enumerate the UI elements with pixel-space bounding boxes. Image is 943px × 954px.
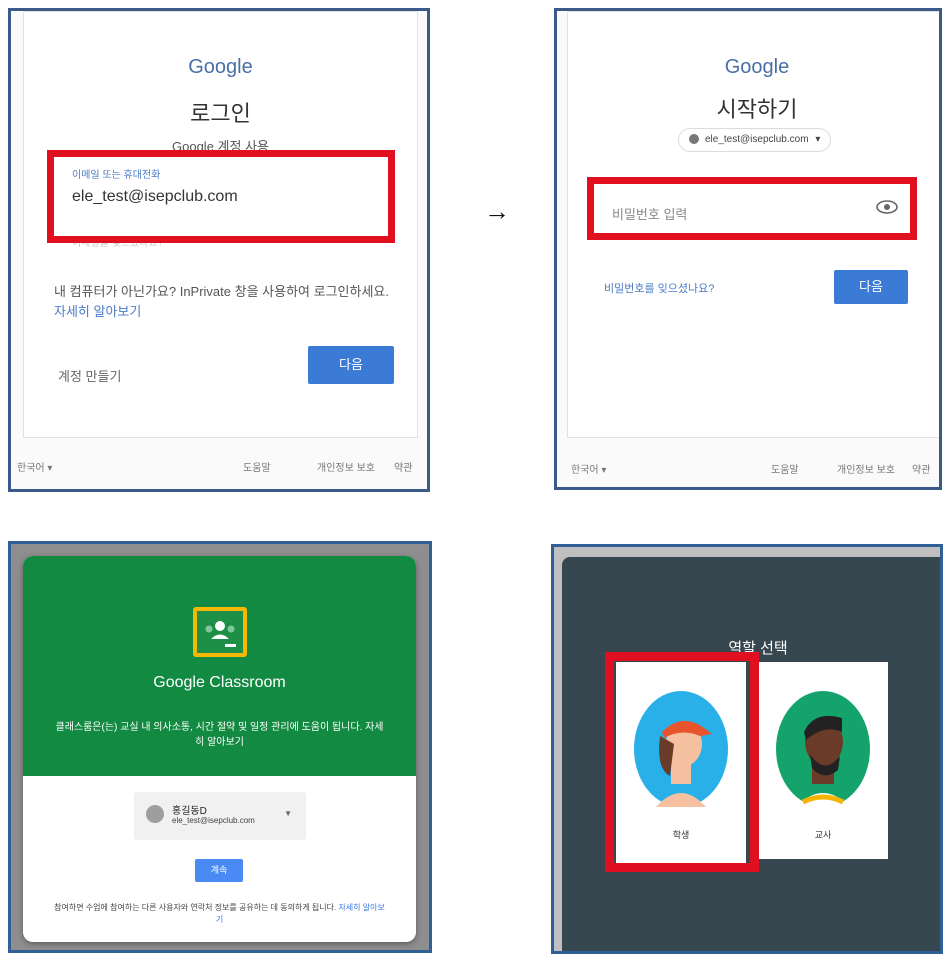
google-logo: Google: [188, 56, 253, 78]
consent-notice: 참여하면 수업에 참여하는 다른 사용자와 연락처 정보를 공유하는 데 동의하…: [53, 902, 386, 926]
google-logo: Google: [724, 56, 790, 78]
avatar: [146, 805, 164, 823]
classroom-join-screenshot: Google Classroom 클래스룸은(는) 교실 내 의사소통, 시간 …: [8, 541, 432, 953]
continue-button[interactable]: 계속: [195, 859, 243, 882]
role-select-card: 역할 선택 학생 교사: [562, 557, 940, 951]
create-account-link[interactable]: 계정 만들기: [58, 366, 121, 385]
classroom-logo-icon: [193, 607, 247, 657]
page-title: 로그인: [190, 101, 251, 126]
forgot-password-link[interactable]: 비밀번호를 잊으셨나요?: [604, 280, 714, 296]
private-hint-text: 내 컴퓨터가 아닌가요? InPrivate 창을 사용하여 로그인하세요.: [54, 284, 389, 299]
footer-help-link[interactable]: 도움말: [771, 461, 799, 476]
email-highlight-box: [47, 150, 395, 243]
account-email: ele_test@isepclub.com: [172, 816, 255, 825]
page-title: 시작하기: [716, 97, 798, 122]
classroom-card: Google Classroom 클래스룸은(는) 교실 내 의사소통, 시간 …: [23, 556, 416, 942]
footer-terms-link[interactable]: 약관: [912, 461, 930, 476]
language-selector[interactable]: 한국어 ▾: [17, 459, 52, 474]
footer-help-link[interactable]: 도움말: [243, 459, 271, 474]
footer-privacy-link[interactable]: 개인정보 보호: [317, 459, 375, 474]
next-button[interactable]: 다음: [308, 346, 394, 384]
teacher-role-card[interactable]: 교사: [758, 662, 888, 859]
product-description: 클래스룸은(는) 교실 내 의사소통, 시간 절약 및 일정 관리에 도움이 됩…: [53, 720, 386, 750]
account-name: 홍길동D: [172, 806, 207, 817]
role-select-screenshot: 역할 선택 학생 교사: [551, 544, 943, 954]
account-chip[interactable]: ele_test@isepclub.com ▾: [678, 128, 832, 152]
consent-text: 참여하면 수업에 참여하는 다른 사용자와 연락처 정보를 공유하는 데 동의하…: [54, 903, 337, 912]
description-text: 클래스룸은(는) 교실 내 의사소통, 시간 절약 및 일정 관리에 도움이 됩…: [55, 722, 363, 733]
product-name: Google Classroom: [153, 674, 286, 691]
account-icon: [689, 134, 699, 145]
account-email: ele_test@isepclub.com: [705, 134, 809, 145]
private-window-hint: 내 컴퓨터가 아닌가요? InPrivate 창을 사용하여 로그인하세요. 자…: [54, 282, 394, 322]
language-selector[interactable]: 한국어 ▾: [571, 461, 606, 476]
next-button[interactable]: 다음: [834, 270, 908, 304]
learn-more-link[interactable]: 자세히 알아보기: [54, 304, 141, 319]
classroom-header: Google Classroom 클래스룸은(는) 교실 내 의사소통, 시간 …: [23, 556, 416, 776]
teacher-label: 교사: [814, 830, 832, 840]
account-selector[interactable]: 홍길동D ele_test@isepclub.com ▼: [134, 792, 306, 840]
teacher-avatar-icon: [776, 691, 870, 807]
signin-email-screenshot: Google 로그인 Google 계정 사용 이메일 또는 휴대전화 ele_…: [8, 8, 430, 492]
footer-privacy-link[interactable]: 개인정보 보호: [837, 461, 895, 476]
password-highlight-box: [587, 177, 917, 240]
footer-terms-link[interactable]: 약관: [394, 459, 412, 474]
student-highlight-box: [605, 652, 759, 872]
chevron-down-icon: ▼: [284, 809, 292, 818]
arrow-icon: →: [484, 196, 510, 226]
signin-password-screenshot: Google 시작하기 ele_test@isepclub.com ▾ 비밀번호…: [554, 8, 942, 490]
chevron-down-icon: ▾: [815, 134, 821, 145]
